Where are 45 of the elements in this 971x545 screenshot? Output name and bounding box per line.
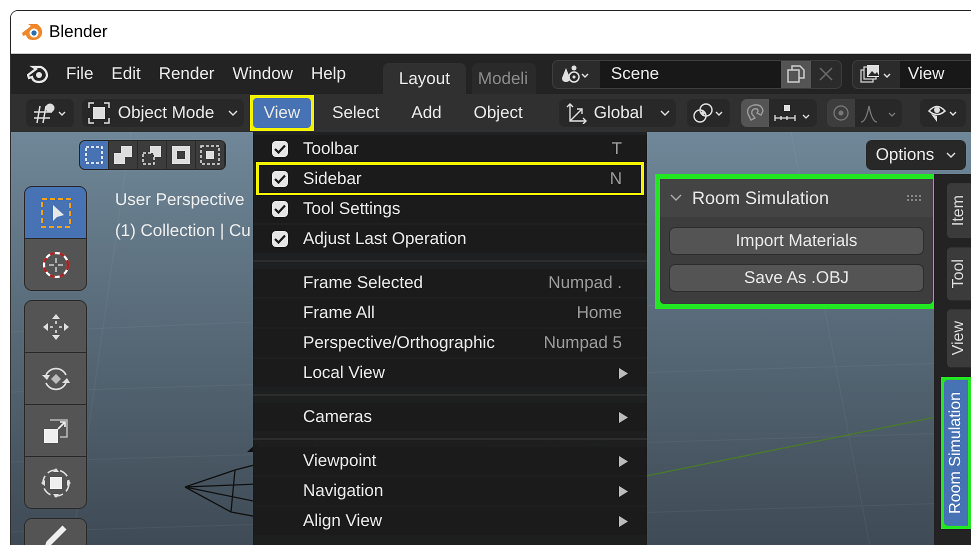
header-menu[interactable]: Object xyxy=(462,98,534,128)
viewport-info-text: (1) Collection | Cu xyxy=(115,220,251,242)
shortcut-text: Numpad . xyxy=(548,272,622,294)
view-layer-selector[interactable]: View xyxy=(852,60,971,88)
sidebar-tab[interactable]: Room Simulation xyxy=(944,380,968,526)
menu-item[interactable]: Edit xyxy=(102,59,150,89)
menu-item[interactable]: Render xyxy=(150,59,224,89)
menu-item[interactable]: Navigation xyxy=(253,477,647,505)
mode-dropdown[interactable]: Object Mode xyxy=(82,99,244,127)
shortcut-text: T xyxy=(612,138,622,160)
header-menu[interactable]: View xyxy=(252,98,312,128)
shortcut-text: Home xyxy=(576,302,622,324)
menu-item[interactable]: Window xyxy=(223,59,302,89)
sidebar-tab[interactable]: View xyxy=(947,309,971,368)
view-layer-field[interactable]: View xyxy=(900,60,971,88)
sidebar-tab[interactable]: Tool xyxy=(947,247,971,300)
sidebar-tab[interactable]: Item xyxy=(947,183,971,238)
menu-item[interactable]: Align View xyxy=(253,507,647,535)
menu-item[interactable]: File xyxy=(57,59,102,89)
menu-item[interactable]: Adjust Last Operation xyxy=(253,225,647,253)
menu-item[interactable]: Help xyxy=(302,59,355,89)
scene-selector[interactable]: Scene xyxy=(552,60,842,88)
viewport-info-text: User Perspective xyxy=(115,189,246,211)
menu-item[interactable]: Tool Settings xyxy=(253,195,647,223)
shortcut-text: Numpad 5 xyxy=(544,332,622,354)
panel-button[interactable]: Save As .OBJ xyxy=(669,264,924,292)
scene-name-field[interactable]: Scene xyxy=(600,60,781,88)
header-menu[interactable]: Add xyxy=(400,98,453,128)
menu-item[interactable]: Perspective/Orthographic Numpad 5 xyxy=(253,329,647,357)
menu-item[interactable]: Frame Selected Numpad . xyxy=(253,269,647,297)
options-button[interactable]: Options xyxy=(866,140,966,170)
panel-button[interactable]: Import Materials xyxy=(669,227,924,255)
menu-item[interactable]: Toolbar T xyxy=(253,135,647,163)
menu-item[interactable]: Viewpoint xyxy=(253,447,647,475)
panel-header[interactable]: Room Simulation xyxy=(660,179,933,217)
orientation-dropdown[interactable]: Global xyxy=(558,99,676,127)
menu-item[interactable]: Sidebar N xyxy=(259,165,641,193)
workspace-tab[interactable]: Modeli xyxy=(472,63,536,94)
window-title: Blender xyxy=(49,21,108,44)
menu-item[interactable]: Frame All Home xyxy=(253,299,647,327)
header-menu[interactable]: Select xyxy=(321,98,390,128)
menu-item[interactable]: Local View xyxy=(253,359,647,387)
workspace-tab[interactable]: Layout xyxy=(382,63,466,94)
menu-item[interactable]: Cameras xyxy=(253,403,647,431)
shortcut-text: N xyxy=(610,168,622,190)
